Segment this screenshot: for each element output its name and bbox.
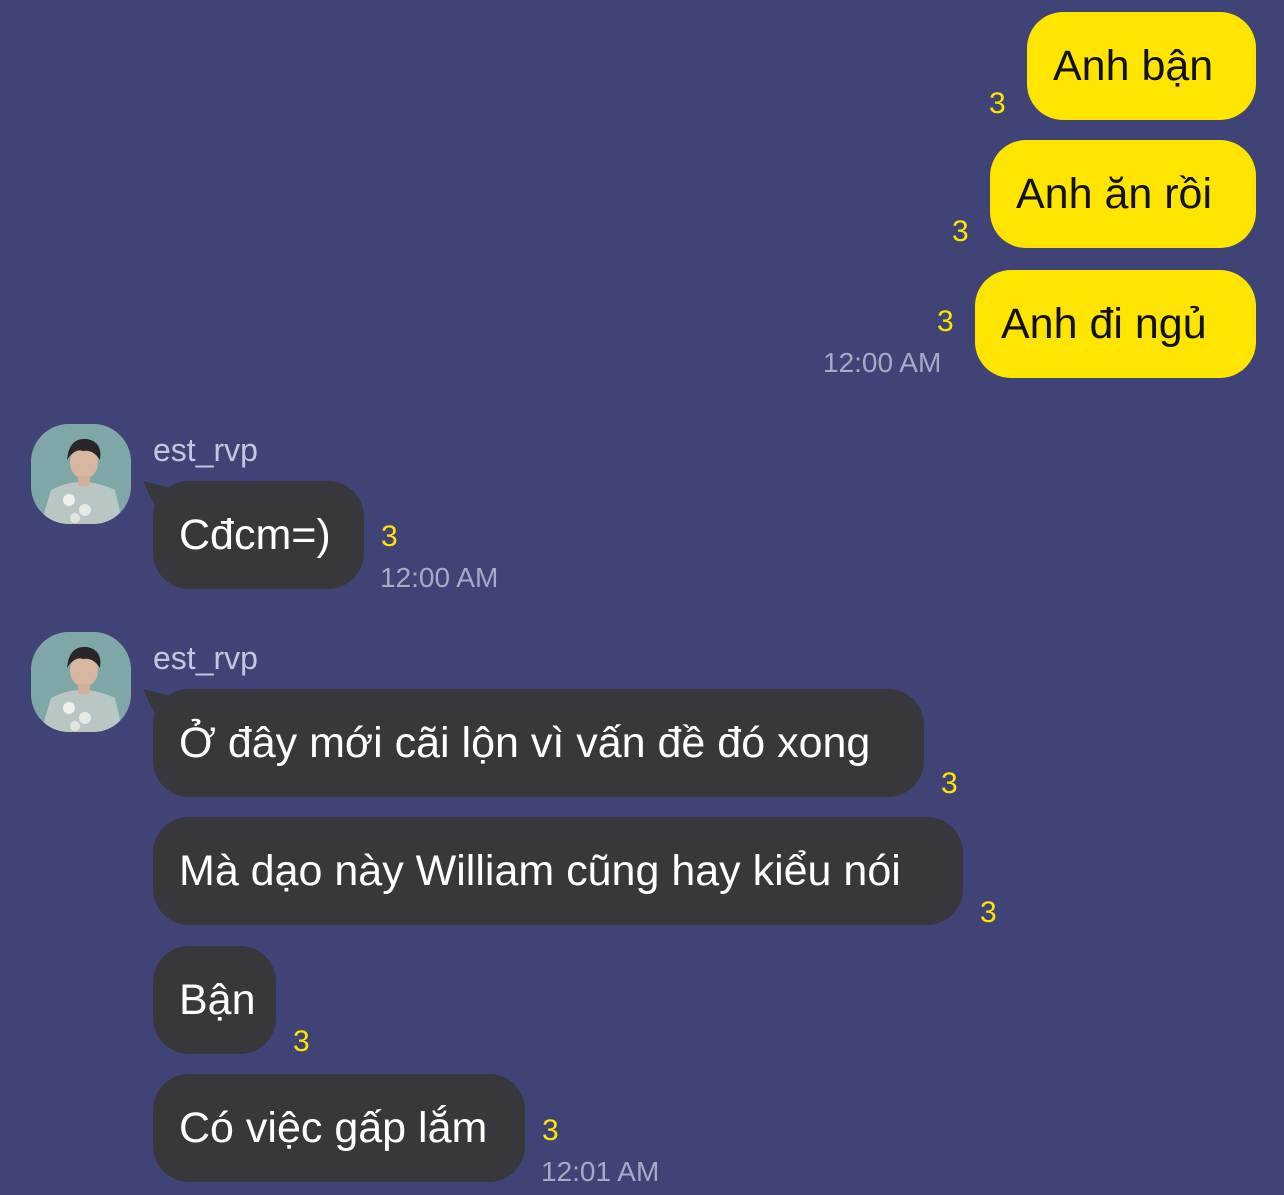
message-bubble-incoming[interactable]: Có việc gấp lắm [153, 1074, 525, 1182]
message-text: Anh ăn rồi [1016, 169, 1213, 218]
message-text: Cđcm=) [179, 510, 331, 559]
message-text: Anh đi ngủ [1001, 299, 1207, 348]
message-bubble-incoming[interactable]: Mà dạo này William cũng hay kiểu nói [153, 817, 963, 925]
message-bubble-outgoing[interactable]: Anh ăn rồi [990, 140, 1256, 248]
message-text: Bận [179, 975, 256, 1024]
unread-count: 3 [381, 520, 398, 553]
message-bubble-incoming[interactable]: Bận [153, 946, 276, 1054]
message-text: Mà dạo này William cũng hay kiểu nói [179, 846, 901, 895]
profile-photo-icon [31, 632, 131, 732]
sender-avatar[interactable] [31, 424, 131, 524]
unread-count: 3 [989, 87, 1006, 120]
message-bubble-outgoing[interactable]: Anh bận [1027, 12, 1256, 120]
message-timestamp: 12:00 AM [380, 562, 499, 593]
unread-count: 3 [937, 305, 954, 338]
sender-name: est_rvp [153, 640, 258, 676]
message-bubble-incoming[interactable]: Ở đây mới cãi lộn vì vấn đề đó xong [153, 689, 924, 797]
message-text: Anh bận [1053, 41, 1214, 90]
unread-count: 3 [952, 215, 969, 248]
message-timestamp: 12:00 AM [823, 347, 942, 378]
unread-count: 3 [980, 896, 997, 929]
profile-photo-icon [31, 424, 131, 524]
message-timestamp: 12:01 AM [541, 1156, 660, 1187]
sender-avatar[interactable] [31, 632, 131, 732]
unread-count: 3 [941, 767, 958, 800]
message-bubble-outgoing[interactable]: Anh đi ngủ [975, 270, 1256, 378]
message-text: Có việc gấp lắm [179, 1103, 488, 1152]
sender-name: est_rvp [153, 432, 258, 468]
unread-count: 3 [542, 1114, 559, 1147]
unread-count: 3 [293, 1025, 310, 1058]
message-text: Ở đây mới cãi lộn vì vấn đề đó xong [179, 718, 871, 767]
message-bubble-incoming[interactable]: Cđcm=) [153, 481, 364, 589]
